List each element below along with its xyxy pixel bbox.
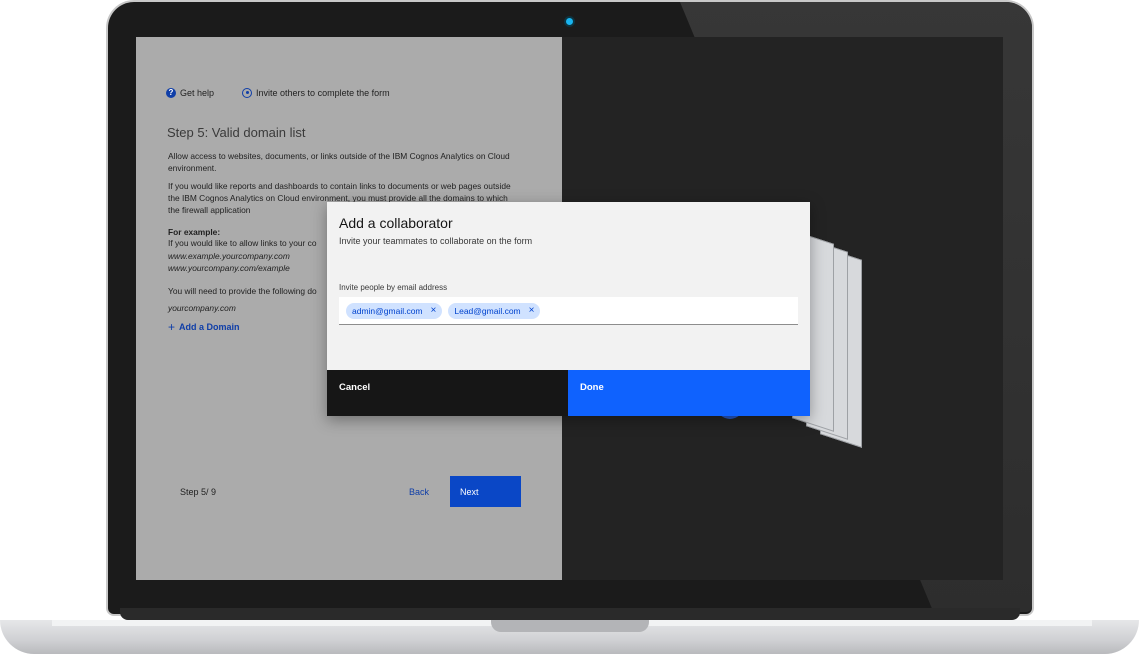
get-help-link[interactable]: ? Get help (166, 88, 214, 98)
modal-footer: Cancel Done (327, 370, 810, 416)
add-domain-button[interactable]: + Add a Domain (168, 319, 240, 334)
email-tag-label: Lead@gmail.com (454, 305, 521, 316)
modal-subtitle: Invite your teammates to collaborate on … (339, 236, 533, 246)
email-tag: admin@gmail.com × (346, 302, 443, 319)
invite-others-label: Invite others to complete the form (256, 88, 390, 98)
remove-tag-icon[interactable]: × (529, 305, 535, 316)
next-button[interactable]: Next (450, 476, 521, 507)
webcam-icon (566, 18, 573, 25)
cancel-button[interactable]: Cancel (327, 370, 568, 416)
email-tag-input[interactable]: admin@gmail.com × Lead@gmail.com × (339, 297, 798, 325)
step-title: Step 5: Valid domain list (167, 125, 306, 140)
email-tag-label: admin@gmail.com (352, 305, 423, 316)
invite-others-link[interactable]: Invite others to complete the form (242, 88, 390, 98)
help-icon: ? (166, 88, 176, 98)
back-button[interactable]: Back (409, 487, 429, 497)
help-row: ? Get help Invite others to complete the… (166, 88, 390, 98)
add-collaborator-modal: Add a collaborator Invite your teammates… (327, 202, 810, 416)
get-help-label: Get help (180, 88, 215, 98)
laptop-notch (491, 620, 649, 632)
step-counter: Step 5/ 9 (180, 487, 217, 497)
laptop-screen: ? Get help Invite others to complete the… (136, 37, 1003, 580)
laptop-hinge (120, 608, 1020, 620)
plus-icon: + (168, 319, 176, 334)
email-tag: Lead@gmail.com × (448, 302, 541, 319)
intro-paragraph: Allow access to websites, documents, or … (168, 151, 510, 173)
email-field-label: Invite people by email address (339, 283, 448, 292)
user-icon (242, 88, 253, 98)
done-button[interactable]: Done (568, 370, 810, 416)
modal-title: Add a collaborator (339, 215, 453, 231)
add-domain-label: Add a Domain (179, 322, 240, 332)
remove-tag-icon[interactable]: × (431, 305, 437, 316)
